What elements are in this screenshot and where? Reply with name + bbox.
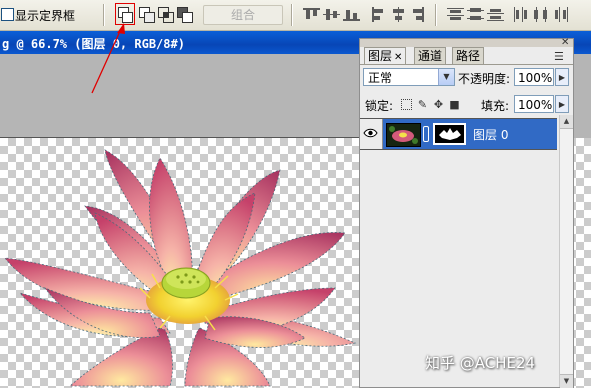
align-bottom-edges-icon[interactable] (343, 7, 360, 22)
exclude-overlapping-shape-areas-button[interactable] (176, 6, 193, 23)
align-left-edges-icon[interactable] (371, 7, 388, 22)
layer-row[interactable]: 图层 0 (360, 118, 557, 150)
panel-menu-icon[interactable]: ☰ (554, 50, 564, 63)
tab-divider (360, 64, 573, 65)
tab-channels[interactable]: 通道 (414, 47, 447, 64)
fill-input[interactable]: 100% (514, 95, 554, 113)
combine-button[interactable]: 组合 (203, 5, 283, 25)
chevron-down-icon[interactable]: ▼ (438, 69, 454, 85)
show-bounding-box-label: 显示定界框 (15, 9, 76, 23)
panel-close-icon[interactable]: ✕ (561, 37, 569, 48)
layers-scrollbar[interactable]: ▲ ▼ (559, 115, 573, 388)
align-right-edges-icon[interactable] (409, 7, 426, 22)
brush-lock-icon[interactable]: ✎ (417, 99, 428, 110)
blend-mode-select[interactable]: 正常 ▼ (363, 68, 455, 86)
layer-name: 图层 0 (473, 128, 509, 142)
lock-all-icon[interactable]: ■ (449, 99, 460, 110)
fill-slider-button[interactable]: ▶ (555, 95, 569, 113)
lock-label: 锁定: (365, 99, 394, 113)
options-bar: 显示定界框 组合 (0, 0, 591, 31)
document-title: g @ 66.7% (图层 0, RGB/8#) (2, 37, 185, 51)
opacity-label: 不透明度: (458, 72, 511, 86)
distribute-right-edges-icon[interactable] (553, 7, 570, 22)
annotation-highlight-box (115, 3, 135, 25)
move-lock-icon[interactable]: ✥ (433, 99, 444, 110)
layer-mask-thumbnail[interactable] (433, 123, 466, 145)
tab-channels-label: 通道 (418, 49, 443, 63)
tab-paths-label: 路径 (456, 49, 481, 63)
show-bounding-box-checkbox[interactable] (1, 8, 14, 21)
layer-thumbnail[interactable] (386, 123, 421, 147)
subtract-from-shape-area-button[interactable] (138, 6, 155, 23)
align-top-edges-icon[interactable] (303, 7, 320, 22)
toolbar-separator (435, 4, 437, 26)
tab-layers[interactable]: 图层 ✕ (364, 47, 407, 65)
lotus-image (4, 149, 357, 387)
toolbar-separator (103, 4, 105, 26)
watermark: 知乎 @ACHE24 (425, 354, 536, 372)
align-horizontal-centers-icon[interactable] (390, 7, 407, 22)
tab-paths[interactable]: 路径 (452, 47, 485, 64)
distribute-left-edges-icon[interactable] (513, 7, 530, 22)
distribute-top-edges-icon[interactable] (447, 7, 464, 22)
scroll-down-icon[interactable]: ▼ (560, 374, 573, 388)
link-icon[interactable] (423, 126, 429, 142)
distribute-bottom-edges-icon[interactable] (487, 7, 504, 22)
tab-layers-label: 图层 (368, 49, 393, 63)
tab-close-icon[interactable]: ✕ (394, 52, 402, 63)
intersect-shape-areas-button[interactable] (157, 6, 174, 23)
toolbar-separator (291, 4, 293, 26)
align-vertical-centers-icon[interactable] (323, 7, 340, 22)
visibility-toggle[interactable] (360, 119, 383, 149)
opacity-input[interactable]: 100% (514, 68, 554, 86)
distribute-horizontal-centers-icon[interactable] (533, 7, 550, 22)
panel-header[interactable] (360, 39, 573, 47)
eye-icon[interactable] (363, 128, 378, 138)
lock-transparent-icon[interactable] (401, 99, 412, 110)
layers-list: 图层 0 ▲ ▼ (360, 115, 573, 388)
distribute-vertical-centers-icon[interactable] (467, 7, 484, 22)
blend-mode-value: 正常 (368, 71, 393, 85)
opacity-slider-button[interactable]: ▶ (555, 68, 569, 86)
fill-label: 填充: (481, 99, 510, 113)
layers-panel: ✕ 图层 ✕ 通道 路径 ☰ 正常 ▼ 不透明度: 100% ▶ 锁定: ✎ ✥ … (359, 37, 574, 388)
scroll-up-icon[interactable]: ▲ (560, 115, 573, 129)
